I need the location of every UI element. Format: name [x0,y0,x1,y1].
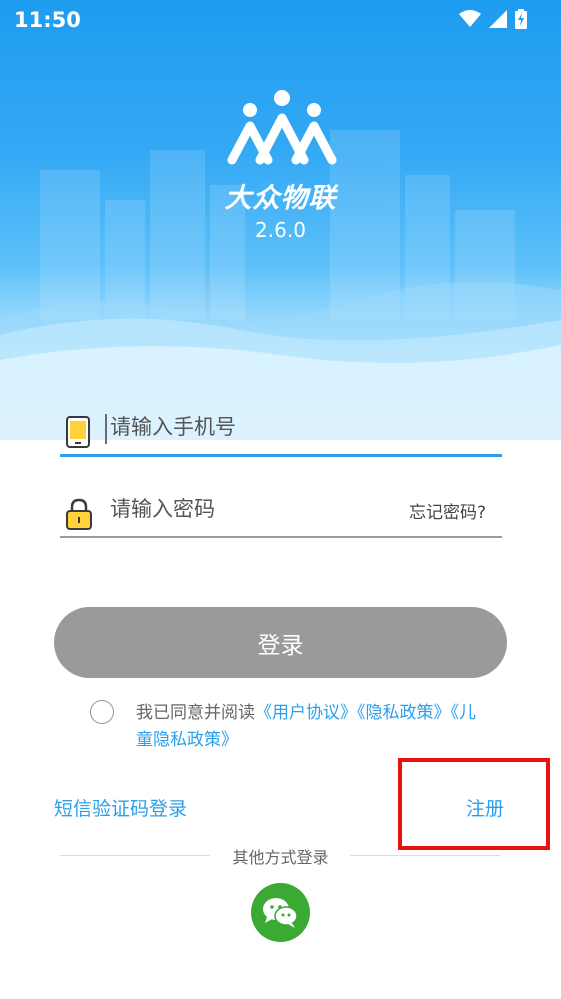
battery-charging-icon [515,9,527,29]
phone-input[interactable] [108,414,412,440]
agreement-checkbox[interactable] [90,700,114,724]
phone-icon [66,416,90,448]
wechat-login-button[interactable] [251,883,310,942]
status-icons [459,9,527,29]
user-agreement-link[interactable]: 《用户协议》 [255,703,357,723]
annotation-highlight-box [398,758,550,850]
wechat-icon [263,898,298,928]
password-field[interactable]: 忘记密码? [60,488,502,538]
other-login-label: 其他方式登录 [232,848,329,867]
header-banner: 11:50 大众物联 2.6.0 [0,0,561,440]
phone-field[interactable] [60,406,502,457]
forgot-password-link[interactable]: 忘记密码? [409,498,486,523]
login-button[interactable]: 登录 [54,607,507,678]
sms-login-link[interactable]: 短信验证码登录 [54,794,187,821]
app-logo-icon [227,90,337,165]
agreement-prefix: 我已同意并阅读 [136,703,255,723]
app-version: 2.6.0 [255,218,306,242]
status-time: 11:50 [14,8,81,32]
wifi-icon [459,10,481,27]
cell-signal-icon [489,10,507,28]
password-input[interactable] [108,496,412,522]
status-bar: 11:50 [0,0,561,40]
lock-icon [66,498,92,530]
text-caret [105,414,107,444]
app-brand-name: 大众物联 [224,183,337,214]
agreement-text: 我已同意并阅读《用户协议》《隐私政策》《儿童隐私政策》 [136,700,476,754]
privacy-policy-link[interactable]: 《隐私政策》 [357,703,451,723]
